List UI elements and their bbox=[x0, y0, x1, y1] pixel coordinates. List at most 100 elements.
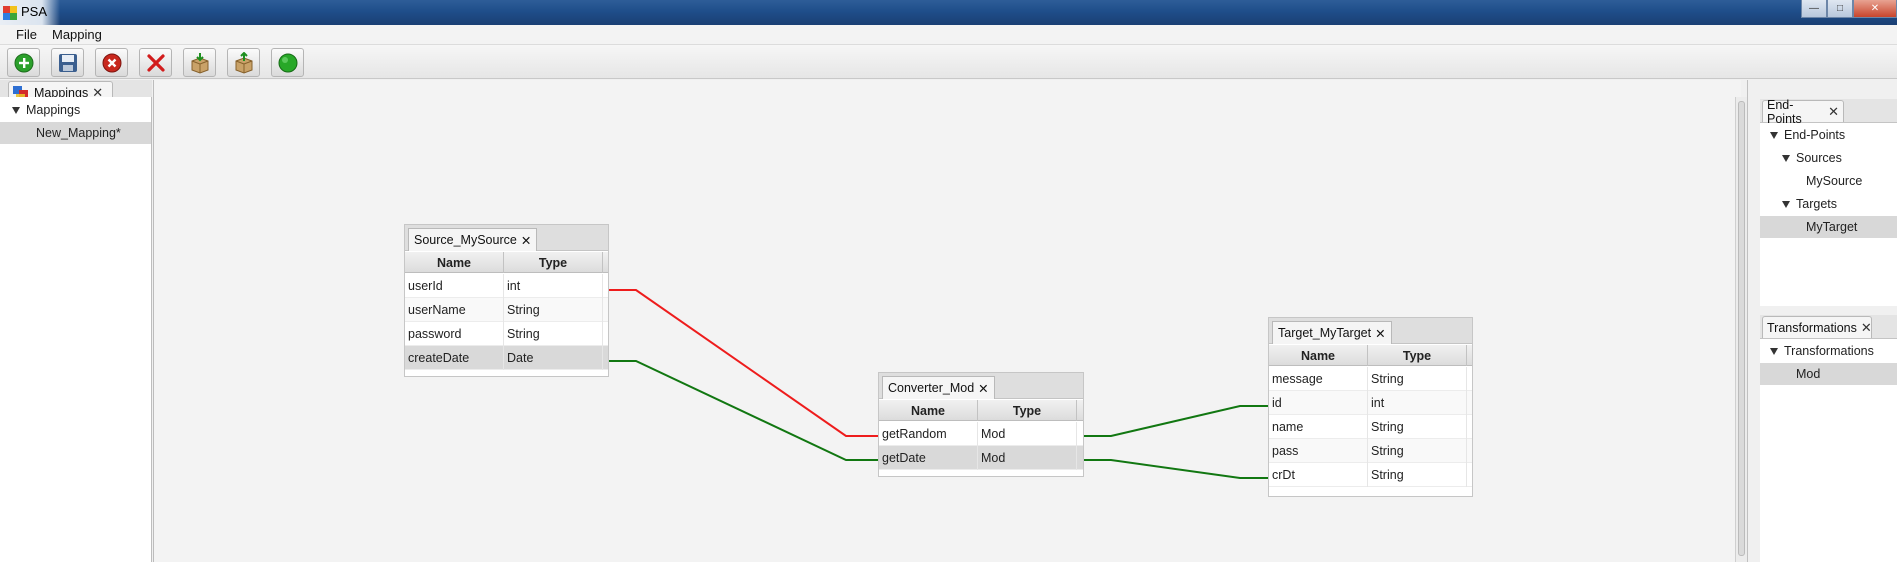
expand-triangle-icon[interactable] bbox=[1770, 347, 1778, 355]
tree-root-end-points[interactable]: End-Points bbox=[1760, 124, 1897, 146]
transformations-tree: Transformations Mod bbox=[1760, 339, 1897, 562]
cell-type: String bbox=[504, 322, 603, 346]
cell-name: id bbox=[1269, 391, 1368, 415]
close-icon[interactable]: ✕ bbox=[1375, 326, 1385, 341]
tree-item-mytarget[interactable]: MyTarget bbox=[1760, 216, 1897, 238]
table-row[interactable]: userName String bbox=[405, 298, 608, 322]
tree-item-mysource[interactable]: MySource bbox=[1760, 170, 1897, 192]
delete-icon bbox=[146, 53, 165, 72]
column-header-name[interactable]: Name bbox=[879, 400, 978, 421]
mapping-canvas[interactable] bbox=[153, 80, 1741, 562]
tab-end-points[interactable]: End-Points ✕ bbox=[1762, 98, 1844, 126]
transformations-tab-strip: Transformations ✕ bbox=[1760, 315, 1897, 339]
menu-file[interactable]: File bbox=[16, 27, 37, 42]
column-header-type[interactable]: Type bbox=[978, 400, 1077, 421]
table-row[interactable]: id int bbox=[1269, 391, 1472, 415]
cell-type: int bbox=[1368, 391, 1467, 415]
cell-name: getDate bbox=[879, 446, 978, 470]
cell-name: userName bbox=[405, 298, 504, 322]
table-row[interactable]: getRandom Mod bbox=[879, 422, 1083, 446]
converter-table-tab[interactable]: Converter_Mod ✕ bbox=[882, 376, 995, 399]
tree-node-sources[interactable]: Sources bbox=[1760, 147, 1897, 169]
vertical-scrollbar[interactable] bbox=[1735, 97, 1747, 562]
cell-type: String bbox=[504, 298, 603, 322]
save-button[interactable] bbox=[51, 48, 84, 77]
cell-name: pass bbox=[1269, 439, 1368, 463]
close-icon[interactable]: ✕ bbox=[1828, 104, 1839, 120]
column-header-type[interactable]: Type bbox=[504, 252, 603, 273]
table-row[interactable]: userId int bbox=[405, 274, 608, 298]
maximize-button[interactable]: □ bbox=[1827, 0, 1853, 18]
import-box-icon bbox=[191, 52, 208, 74]
app-icon bbox=[3, 6, 17, 20]
cell-type: String bbox=[1368, 463, 1467, 487]
tree-item-new-mapping[interactable]: New_Mapping* bbox=[0, 122, 151, 144]
column-header-name[interactable]: Name bbox=[405, 252, 504, 273]
delete-button[interactable] bbox=[139, 48, 172, 77]
run-button[interactable] bbox=[271, 48, 304, 77]
add-button[interactable] bbox=[7, 48, 40, 77]
cell-type: Date bbox=[504, 346, 603, 370]
table-row[interactable]: password String bbox=[405, 322, 608, 346]
source-table-tab[interactable]: Source_MySource ✕ bbox=[408, 228, 538, 251]
close-window-button[interactable]: ✕ bbox=[1853, 0, 1897, 18]
cell-name: getRandom bbox=[879, 422, 978, 446]
close-mapping-button[interactable] bbox=[95, 48, 128, 77]
menu-mapping[interactable]: Mapping bbox=[52, 27, 102, 42]
tree-node-targets[interactable]: Targets bbox=[1760, 193, 1897, 215]
cell-type: int bbox=[504, 274, 603, 298]
title-bar: PSA — □ ✕ bbox=[0, 0, 1897, 25]
target-table-tab[interactable]: Target_MyTarget ✕ bbox=[1272, 321, 1392, 344]
save-icon bbox=[58, 53, 77, 72]
table-row[interactable]: crDt String bbox=[1269, 463, 1472, 487]
close-icon[interactable]: ✕ bbox=[978, 381, 988, 396]
expand-triangle-icon[interactable] bbox=[1782, 200, 1790, 208]
converter-table[interactable]: Converter_Mod ✕ Name Type getRandom Mod … bbox=[878, 372, 1084, 477]
tree-item-label: New_Mapping* bbox=[36, 126, 121, 140]
close-circle-icon bbox=[102, 53, 121, 72]
table-row[interactable]: createDate Date bbox=[405, 346, 608, 370]
source-table[interactable]: Source_MySource ✕ Name Type userId int u… bbox=[404, 224, 609, 377]
expand-triangle-icon[interactable] bbox=[1770, 131, 1778, 139]
table-row[interactable]: message String bbox=[1269, 367, 1472, 391]
converter-table-title: Converter_Mod bbox=[888, 381, 975, 395]
scrollbar-thumb[interactable] bbox=[1738, 101, 1745, 556]
tree-item-mod[interactable]: Mod bbox=[1760, 363, 1897, 385]
tree-root-mappings[interactable]: Mappings bbox=[0, 99, 151, 121]
target-table[interactable]: Target_MyTarget ✕ Name Type message Stri… bbox=[1268, 317, 1473, 497]
tree-root-label: Mappings bbox=[26, 103, 81, 117]
minimize-button[interactable]: — bbox=[1801, 0, 1827, 18]
tree-item-label: MyTarget bbox=[1806, 220, 1858, 234]
tree-root-transformations[interactable]: Transformations bbox=[1760, 340, 1897, 362]
tree-node-label: Sources bbox=[1796, 151, 1842, 165]
tree-root-label: Transformations bbox=[1784, 344, 1874, 358]
cell-type: Mod bbox=[978, 446, 1077, 470]
toolbar bbox=[0, 45, 1897, 79]
cell-name: createDate bbox=[405, 346, 504, 370]
column-header-name[interactable]: Name bbox=[1269, 345, 1368, 366]
cell-name: crDt bbox=[1269, 463, 1368, 487]
tab-transformations[interactable]: Transformations ✕ bbox=[1762, 316, 1872, 338]
tree-node-label: Targets bbox=[1796, 197, 1837, 211]
end-points-tab-strip: End-Points ✕ bbox=[1760, 98, 1897, 126]
export-button[interactable] bbox=[227, 48, 260, 77]
cell-name: userId bbox=[405, 274, 504, 298]
mappings-tree: Mappings New_Mapping* bbox=[0, 97, 152, 562]
column-header-type[interactable]: Type bbox=[1368, 345, 1467, 366]
cell-name: name bbox=[1269, 415, 1368, 439]
import-button[interactable] bbox=[183, 48, 216, 77]
expand-triangle-icon[interactable] bbox=[1782, 154, 1790, 162]
close-icon[interactable]: ✕ bbox=[1861, 320, 1872, 336]
cell-type: String bbox=[1368, 439, 1467, 463]
cell-type: String bbox=[1368, 415, 1467, 439]
end-points-tree: End-Points Sources MySource Targets MyTa… bbox=[1760, 123, 1897, 306]
close-icon[interactable]: ✕ bbox=[521, 233, 531, 248]
table-row[interactable]: name String bbox=[1269, 415, 1472, 439]
expand-triangle-icon[interactable] bbox=[12, 106, 20, 114]
table-row[interactable]: getDate Mod bbox=[879, 446, 1083, 470]
tree-item-label: Mod bbox=[1796, 367, 1821, 381]
table-row[interactable]: pass String bbox=[1269, 439, 1472, 463]
cell-type: Mod bbox=[978, 422, 1077, 446]
target-table-title: Target_MyTarget bbox=[1278, 326, 1372, 340]
tree-root-label: End-Points bbox=[1784, 128, 1846, 142]
